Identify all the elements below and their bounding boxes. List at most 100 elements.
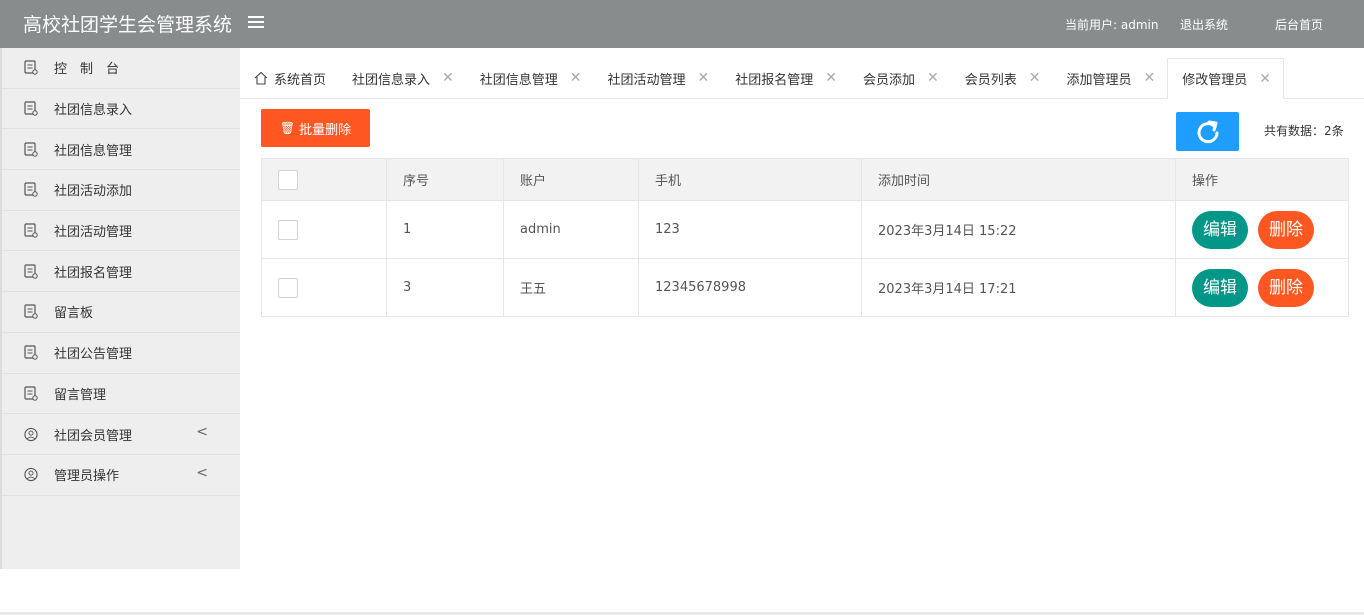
tab-edit-admin[interactable]: 修改管理员 ✕ bbox=[1167, 58, 1285, 99]
tab-add-admin[interactable]: 添加管理员 ✕ bbox=[1053, 58, 1168, 98]
sidebar-item-member-manage[interactable]: 社团会员管理 < bbox=[2, 414, 240, 455]
sidebar: 控 制 台 社团信息录入 社团信息管理 社团活动添加 社团活动管理 社团报名管理… bbox=[0, 48, 240, 569]
tab-label: 会员添加 bbox=[863, 72, 916, 88]
logout-link[interactable]: 退出系统 bbox=[1180, 16, 1228, 33]
edit-button[interactable]: 编辑 bbox=[1192, 268, 1248, 307]
sidebar-item-label: 社团公告管理 bbox=[54, 347, 133, 363]
sidebar-item-label: 社团报名管理 bbox=[54, 265, 133, 281]
header-actions: 操作 bbox=[1175, 158, 1349, 201]
tab-activity-manage[interactable]: 社团活动管理 ✕ bbox=[594, 58, 722, 98]
admin-table: 序号 账户 手机 添加时间 操作 1 admin 123 2023年3月14日 … bbox=[261, 158, 1349, 317]
table-row: 3 王五 12345678998 2023年3月14日 17:21 编辑 删除 bbox=[261, 258, 1349, 317]
tab-club-info-manage[interactable]: 社团信息管理 ✕ bbox=[466, 58, 594, 98]
tab-label: 系统首页 bbox=[274, 72, 327, 88]
tab-signup-manage[interactable]: 社团报名管理 ✕ bbox=[721, 58, 849, 98]
close-icon[interactable]: ✕ bbox=[1029, 70, 1041, 86]
chevron-left-icon[interactable]: < bbox=[196, 465, 208, 481]
sidebar-item-label: 管理员操作 bbox=[54, 469, 120, 485]
header-id: 序号 bbox=[386, 158, 504, 201]
tab-home[interactable]: 系统首页 bbox=[240, 58, 338, 98]
sidebar-item-notice-manage[interactable]: 社团公告管理 bbox=[2, 333, 240, 374]
sidebar-item-signup-manage[interactable]: 社团报名管理 bbox=[2, 251, 240, 293]
total-count: 共有数据：2条 bbox=[1264, 124, 1344, 138]
user-circle-icon bbox=[24, 468, 38, 482]
row-select-cell[interactable] bbox=[261, 200, 387, 259]
cell-actions: 编辑 删除 bbox=[1175, 200, 1349, 259]
chevron-left-icon[interactable]: < bbox=[196, 424, 208, 440]
delete-button[interactable]: 删除 bbox=[1258, 268, 1314, 307]
sidebar-item-label: 控 制 台 bbox=[54, 62, 120, 78]
menu-toggle-icon[interactable] bbox=[248, 16, 264, 30]
current-user-label: 当前用户: admin bbox=[1065, 18, 1159, 32]
header-account: 账户 bbox=[503, 158, 639, 201]
row-select-cell[interactable] bbox=[261, 258, 387, 317]
refresh-button[interactable] bbox=[1176, 112, 1239, 151]
sidebar-item-activity-add[interactable]: 社团活动添加 bbox=[2, 170, 240, 211]
sidebar-item-message-manage[interactable]: 留言管理 bbox=[2, 374, 240, 415]
sidebar-item-label: 留言板 bbox=[54, 306, 94, 322]
tab-label: 添加管理员 bbox=[1066, 72, 1132, 88]
sidebar-item-admin-ops[interactable]: 管理员操作 < bbox=[2, 455, 240, 496]
cell-account: 王五 bbox=[503, 258, 639, 317]
document-icon bbox=[24, 386, 38, 401]
close-icon[interactable]: ✕ bbox=[1144, 70, 1156, 86]
sidebar-item-label: 社团活动管理 bbox=[54, 225, 133, 241]
sidebar-item-label: 社团信息录入 bbox=[54, 103, 133, 119]
checkbox[interactable] bbox=[278, 169, 298, 190]
sidebar-item-activity-manage[interactable]: 社团活动管理 bbox=[2, 211, 240, 252]
tab-member-add[interactable]: 会员添加 ✕ bbox=[849, 58, 951, 98]
sidebar-item-label: 社团活动添加 bbox=[54, 184, 133, 200]
sidebar-item-label: 社团会员管理 bbox=[54, 428, 133, 444]
sidebar-item-label: 社团信息管理 bbox=[54, 143, 133, 159]
batch-delete-label: 批量删除 bbox=[299, 121, 352, 137]
tab-club-info-entry[interactable]: 社团信息录入 ✕ bbox=[338, 58, 466, 98]
document-icon bbox=[24, 345, 38, 360]
document-icon bbox=[24, 223, 38, 238]
tab-member-list[interactable]: 会员列表 ✕ bbox=[951, 58, 1053, 98]
tab-label: 社团报名管理 bbox=[735, 72, 814, 88]
home-icon bbox=[254, 71, 268, 85]
close-icon[interactable]: ✕ bbox=[698, 70, 710, 86]
cell-actions: 编辑 删除 bbox=[1175, 258, 1349, 317]
tab-label: 社团信息管理 bbox=[479, 72, 558, 88]
document-icon bbox=[24, 304, 38, 320]
refresh-icon bbox=[1197, 120, 1218, 143]
batch-delete-button[interactable]: 🗑 批量删除 bbox=[261, 109, 370, 147]
document-icon bbox=[24, 142, 38, 157]
header-phone: 手机 bbox=[638, 158, 862, 201]
table-row: 1 admin 123 2023年3月14日 15:22 编辑 删除 bbox=[261, 200, 1349, 259]
sidebar-item-club-info-entry[interactable]: 社团信息录入 bbox=[2, 89, 240, 130]
tab-label: 会员列表 bbox=[964, 72, 1017, 88]
document-icon bbox=[24, 182, 38, 198]
close-icon[interactable]: ✕ bbox=[1259, 71, 1271, 87]
header-added-time: 添加时间 bbox=[861, 158, 1176, 201]
document-icon bbox=[24, 101, 38, 116]
top-header: 高校社团学生会管理系统 当前用户: admin 退出系统 后台首页 bbox=[0, 0, 1364, 48]
user-circle-icon bbox=[24, 427, 38, 441]
edit-button[interactable]: 编辑 bbox=[1192, 210, 1248, 249]
close-icon[interactable]: ✕ bbox=[570, 70, 582, 86]
tab-label: 社团信息录入 bbox=[352, 72, 431, 88]
close-icon[interactable]: ✕ bbox=[927, 70, 939, 86]
document-icon bbox=[24, 264, 38, 279]
tab-bar: 系统首页 社团信息录入 ✕ 社团信息管理 ✕ 社团活动管理 ✕ 社团报名管理 ✕… bbox=[240, 58, 1364, 99]
sidebar-item-club-info-manage[interactable]: 社团信息管理 bbox=[2, 129, 240, 171]
table-header-row: 序号 账户 手机 添加时间 操作 bbox=[261, 158, 1349, 201]
sidebar-item-dashboard[interactable]: 控 制 台 bbox=[2, 48, 240, 89]
checkbox[interactable] bbox=[278, 219, 298, 240]
cell-added-time: 2023年3月14日 17:21 bbox=[861, 258, 1176, 317]
checkbox[interactable] bbox=[278, 277, 298, 298]
close-icon[interactable]: ✕ bbox=[825, 70, 837, 86]
admin-home-link[interactable]: 后台首页 bbox=[1275, 16, 1323, 33]
cell-added-time: 2023年3月14日 15:22 bbox=[861, 200, 1176, 259]
cell-phone: 12345678998 bbox=[638, 258, 862, 317]
delete-button[interactable]: 删除 bbox=[1258, 210, 1314, 249]
app-title: 高校社团学生会管理系统 bbox=[23, 14, 233, 36]
tab-label: 修改管理员 bbox=[1182, 73, 1248, 88]
header-select-all[interactable] bbox=[261, 158, 387, 201]
close-icon[interactable]: ✕ bbox=[442, 70, 454, 86]
tab-label: 社团活动管理 bbox=[607, 72, 686, 88]
sidebar-item-label: 留言管理 bbox=[54, 387, 107, 403]
document-icon bbox=[24, 60, 38, 76]
sidebar-item-message-board[interactable]: 留言板 bbox=[2, 292, 240, 333]
